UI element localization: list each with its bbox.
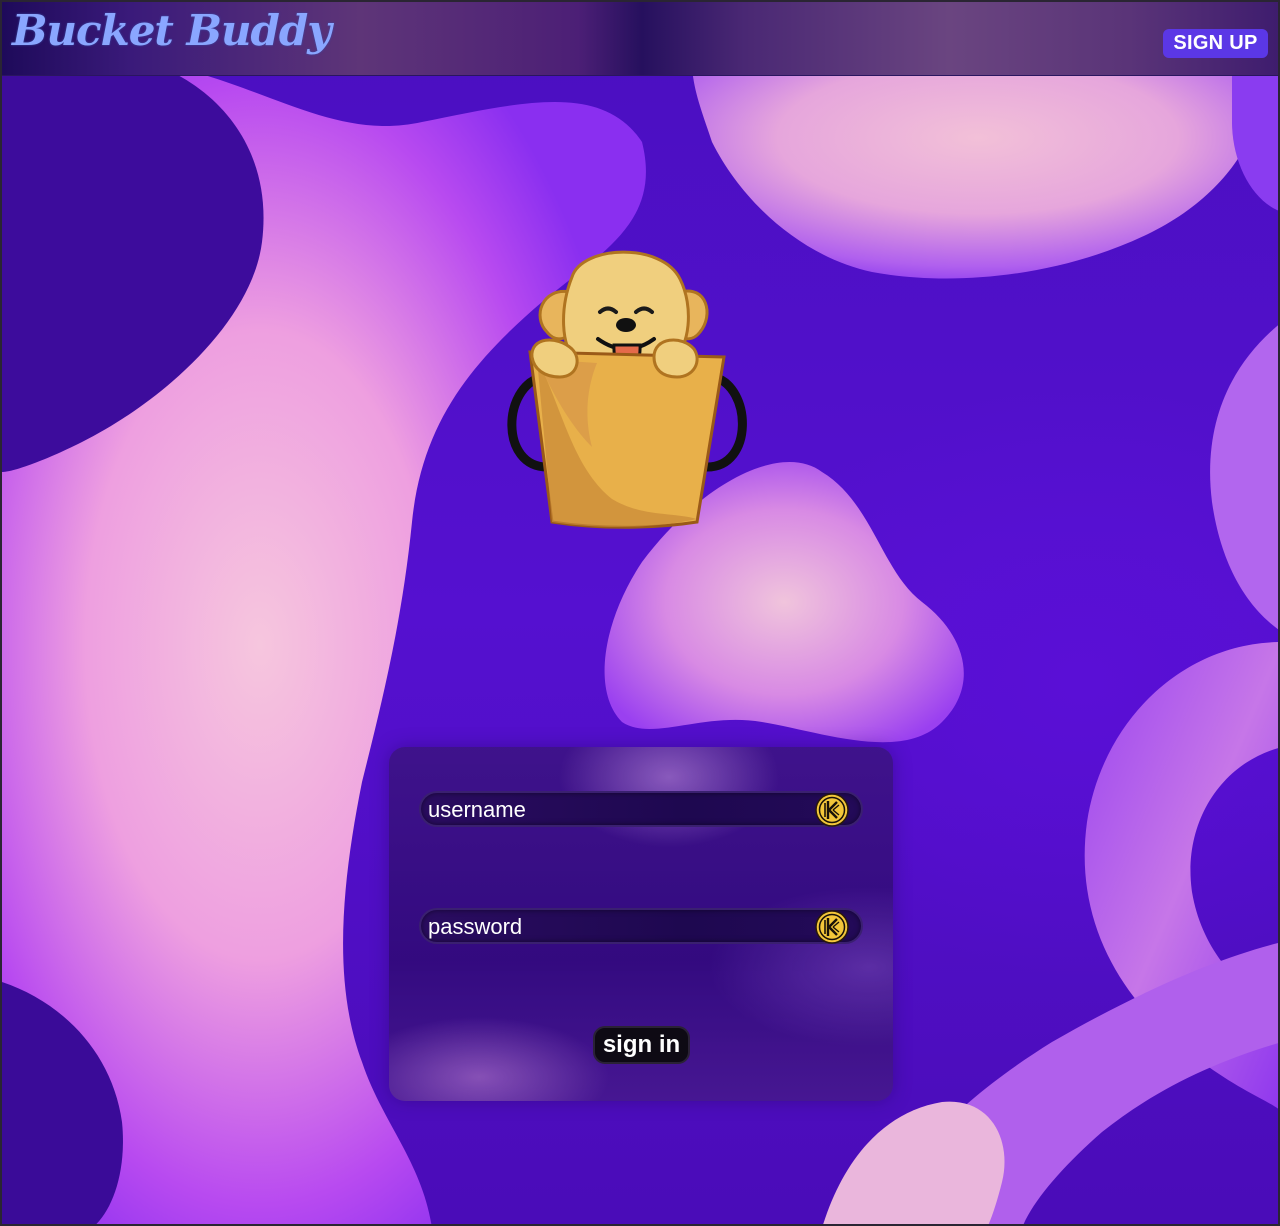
password-input[interactable]: password: [419, 908, 863, 944]
keeper-icon[interactable]: [815, 793, 849, 827]
page-frame: Bucket Buddy SIGN UP username password s…: [0, 0, 1280, 1226]
username-input[interactable]: username: [419, 791, 863, 827]
top-navigation-bar: Bucket Buddy SIGN UP: [2, 2, 1278, 76]
keeper-icon[interactable]: [815, 910, 849, 944]
dog-in-bucket-icon: [507, 250, 747, 529]
username-placeholder: username: [428, 797, 526, 822]
login-panel: username password sign in: [389, 747, 893, 1101]
sign-up-button[interactable]: SIGN UP: [1163, 29, 1268, 58]
password-placeholder: password: [428, 914, 523, 939]
sign-in-button[interactable]: sign in: [593, 1026, 690, 1064]
app-logo[interactable]: Bucket Buddy: [12, 6, 332, 55]
